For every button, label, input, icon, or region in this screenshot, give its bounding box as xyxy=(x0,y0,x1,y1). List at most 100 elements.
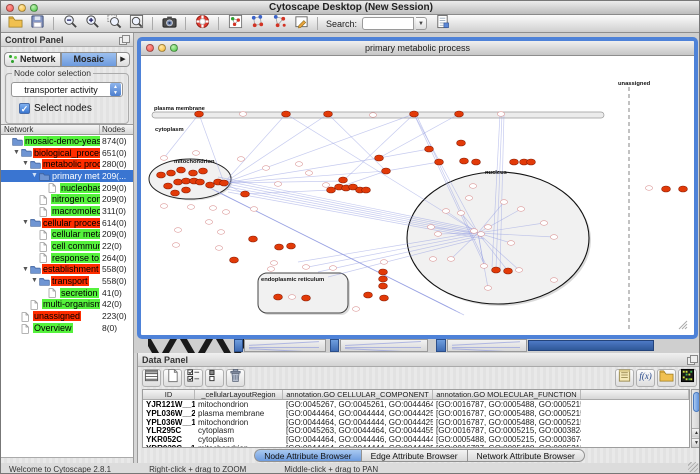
tab-network-attribute-browser[interactable]: Network Attribute Browser xyxy=(468,449,585,462)
network-node[interactable] xyxy=(679,186,688,192)
canvas-resize-grip[interactable] xyxy=(679,321,687,329)
network-node-small[interactable] xyxy=(507,241,514,246)
network-node[interactable] xyxy=(425,146,434,152)
network-node-small[interactable] xyxy=(222,210,229,215)
network-node[interactable] xyxy=(196,179,205,185)
new-attribute-button[interactable] xyxy=(163,369,182,387)
node-color-dropdown[interactable]: transporter activity ▲▼ xyxy=(11,82,123,97)
network-node-small[interactable] xyxy=(465,196,472,201)
network-edge[interactable] xyxy=(224,158,379,183)
background-window-edge[interactable] xyxy=(436,339,446,352)
network-node[interactable] xyxy=(287,243,296,249)
network-node[interactable] xyxy=(167,170,176,176)
column-header-ID[interactable]: ID xyxy=(143,390,195,399)
network-node-small[interactable] xyxy=(217,230,224,235)
tree-row-transport[interactable]: ▼transport558(0) xyxy=(1,275,133,287)
network-node-small[interactable] xyxy=(209,206,216,211)
network-node[interactable] xyxy=(362,187,371,193)
search-options-button[interactable] xyxy=(432,16,452,32)
network-node[interactable] xyxy=(382,168,391,174)
network-node[interactable] xyxy=(379,283,388,289)
zoom-fit-button[interactable] xyxy=(126,16,146,32)
network-node[interactable] xyxy=(241,191,250,197)
network-node-small[interactable] xyxy=(215,246,222,251)
select-attributes-button[interactable] xyxy=(184,369,203,387)
save-session-button[interactable] xyxy=(27,16,47,32)
network-node-small[interactable] xyxy=(480,264,487,269)
table-row[interactable]: YKR052Ccytoplasm[GO:0044464, GO:0044446,… xyxy=(143,435,689,444)
search-dropdown-icon[interactable]: ▼ xyxy=(416,17,427,30)
network-node[interactable] xyxy=(457,140,466,146)
network-node-small[interactable] xyxy=(550,278,557,283)
tree-row-cellular-process[interactable]: ▼cellular process614(0) xyxy=(1,217,133,229)
tree-row-metabolic-process[interactable]: ▼metabolic process280(0) xyxy=(1,158,133,170)
column-header-annotation.GO MOLECULAR_FUNCTION[interactable]: annotation.GO MOLECULAR_FUNCTION xyxy=(433,390,581,399)
network-window-titlebar[interactable]: primary metabolic process xyxy=(141,41,694,56)
attribute-editor-button[interactable] xyxy=(615,369,634,387)
network-node[interactable] xyxy=(302,295,311,301)
network-node-small[interactable] xyxy=(262,166,269,171)
column-header-_cellularLayoutRegion[interactable]: _cellularLayoutRegion xyxy=(195,390,283,399)
network-node-small[interactable] xyxy=(429,257,436,262)
network-node[interactable] xyxy=(199,168,208,174)
table-row[interactable]: YLR295Ccytoplasm[GO:0045263, GO:0044464,… xyxy=(143,426,689,435)
annotation-tool-button[interactable] xyxy=(291,16,311,32)
tree-row-primary-metabo[interactable]: ▼primary metabo209(... xyxy=(1,170,133,182)
zoom-selected-button[interactable] xyxy=(104,16,124,32)
delete-attribute-button[interactable] xyxy=(226,369,245,387)
network-node-small[interactable] xyxy=(295,162,302,167)
select-nodes-checkbox[interactable]: ✓ xyxy=(19,103,30,114)
network-node[interactable] xyxy=(230,257,239,263)
scrollbar-thumb[interactable] xyxy=(693,392,700,412)
network-node[interactable] xyxy=(220,180,229,186)
network-node-small[interactable] xyxy=(322,183,329,188)
tree-row-mosaic-demo-yeast[interactable]: mosaic-demo-yeast874(0) xyxy=(1,135,133,147)
column-header-empty[interactable] xyxy=(581,390,689,399)
layout-plugin-b-button[interactable] xyxy=(269,16,289,32)
attribute-table-button[interactable] xyxy=(142,369,161,387)
tab-overflow-button[interactable]: ▶ xyxy=(117,52,130,67)
network-node[interactable] xyxy=(182,178,191,184)
network-node[interactable] xyxy=(510,159,519,165)
tree-row-macromolecule[interactable]: macromolecule311(0) xyxy=(1,205,133,217)
background-window-fragment[interactable] xyxy=(340,339,428,352)
network-edge[interactable] xyxy=(224,114,286,183)
disclosure-triangle-icon[interactable]: ▼ xyxy=(22,219,29,226)
tab-edge-attribute-browser[interactable]: Edge Attribute Browser xyxy=(362,449,468,462)
background-window-fragment[interactable] xyxy=(244,339,326,352)
network-node[interactable] xyxy=(164,183,173,189)
zoom-out-button[interactable] xyxy=(60,16,80,32)
network-node-small[interactable] xyxy=(380,260,387,265)
scroll-up-icon[interactable]: ▲ xyxy=(692,428,700,437)
network-node-small[interactable] xyxy=(645,186,652,191)
tree-row-cell-communicat[interactable]: cell communicat22(0) xyxy=(1,240,133,252)
network-node[interactable] xyxy=(249,236,258,242)
disclosure-triangle-icon[interactable]: ▼ xyxy=(13,149,20,156)
network-node-small[interactable] xyxy=(192,151,199,156)
snapshot-button[interactable] xyxy=(159,16,179,32)
table-row[interactable]: YPL036W__2plasma membrane[GO:0044464, GO… xyxy=(143,409,689,418)
network-node[interactable] xyxy=(174,179,183,185)
network-node-small[interactable] xyxy=(484,286,491,291)
network-node[interactable] xyxy=(504,268,513,274)
network-node-small[interactable] xyxy=(187,205,194,210)
help-button[interactable] xyxy=(192,16,212,32)
network-node-small[interactable] xyxy=(447,257,454,262)
network-node[interactable] xyxy=(379,269,388,275)
network-node[interactable] xyxy=(527,159,536,165)
tree-row-secretion[interactable]: secretion41(0) xyxy=(1,287,133,299)
network-node-small[interactable] xyxy=(172,243,179,248)
tree-row-overview[interactable]: Overview8(0) xyxy=(1,322,133,334)
network-edge[interactable] xyxy=(224,171,386,183)
tree-row-establishment-of-lo[interactable]: ▼establishment of lo558(0) xyxy=(1,264,133,276)
network-node[interactable] xyxy=(472,159,481,165)
network-node-small[interactable] xyxy=(477,232,484,237)
network-column-header[interactable]: Network xyxy=(1,125,100,134)
background-window-edge[interactable] xyxy=(330,339,339,352)
network-node[interactable] xyxy=(274,294,283,300)
table-row[interactable]: YJR121W__1mitochondrion[GO:0045267, GO:0… xyxy=(143,400,689,409)
tab-mosaic[interactable]: Mosaic xyxy=(61,52,118,67)
network-node[interactable] xyxy=(157,172,166,178)
network-node-small[interactable] xyxy=(470,229,477,234)
network-node-small[interactable] xyxy=(369,113,376,118)
